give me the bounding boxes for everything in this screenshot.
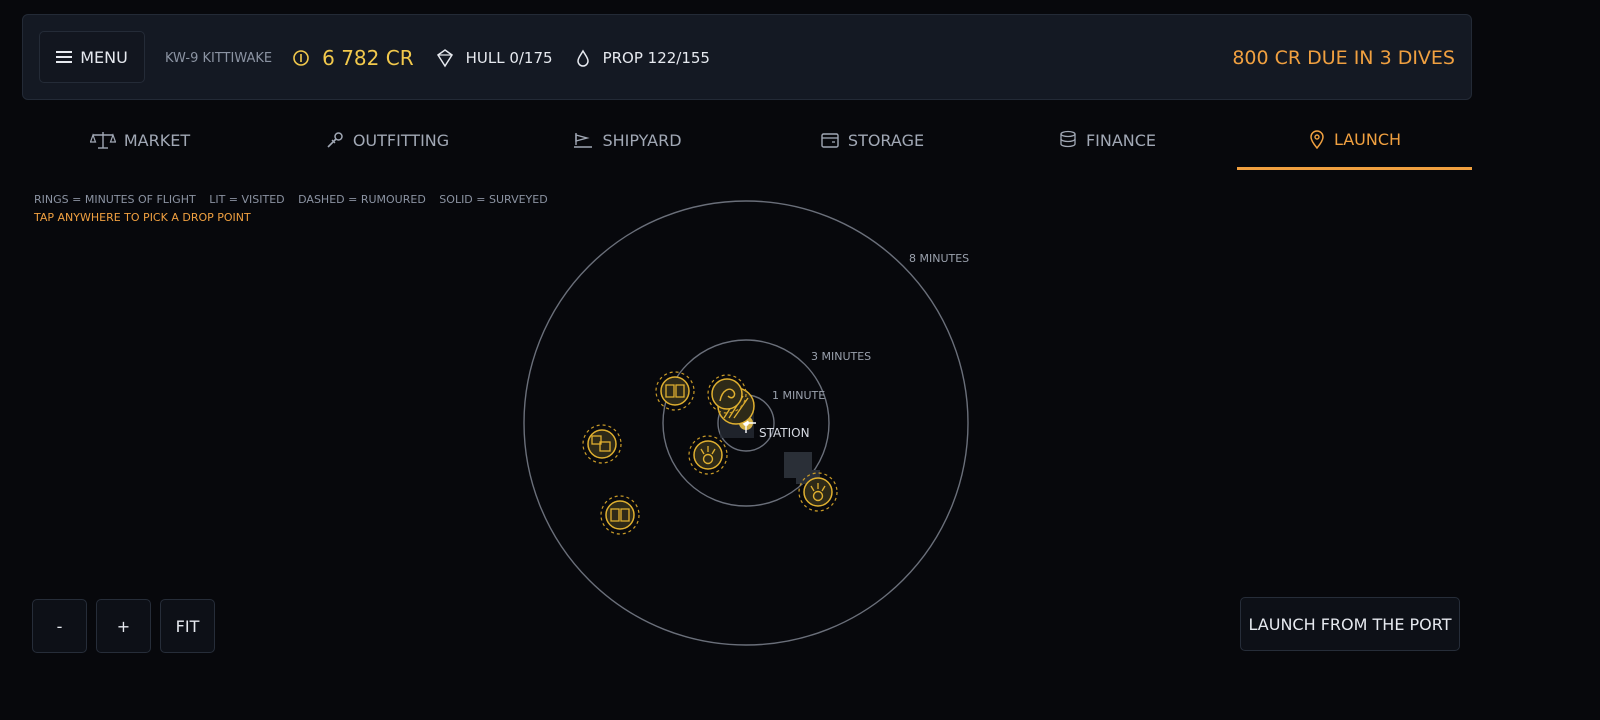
tab-label: STORAGE — [847, 130, 925, 150]
propellant-drop-icon — [576, 49, 589, 67]
storage-icon — [821, 133, 839, 148]
site-marker-crates[interactable] — [582, 424, 622, 464]
ship-name: KW-9 KITTIWAKE — [165, 50, 273, 66]
coins-icon — [1060, 130, 1076, 148]
tab-market[interactable]: MARKET — [80, 112, 200, 168]
tab-shipyard[interactable]: SHIPYARD — [562, 112, 692, 168]
site-marker-beacon[interactable] — [688, 435, 728, 475]
tab-launch[interactable]: LAUNCH — [1237, 112, 1472, 170]
site-marker-cluster[interactable] — [707, 374, 755, 425]
tab-bar: MARKET OUTFITTING SHIPYARD STORAGE FINAN… — [22, 112, 1472, 170]
zoom-in-button[interactable]: + — [96, 599, 151, 653]
top-bar: MENU KW-9 KITTIWAKE 6 782 CR HULL 0/175 … — [22, 14, 1472, 100]
tab-finance[interactable]: FINANCE — [1052, 112, 1162, 168]
site-marker-books[interactable] — [655, 371, 695, 411]
credits-value: 6 782 CR — [322, 46, 414, 70]
launch-button[interactable]: LAUNCH FROM THE PORT — [1240, 597, 1460, 651]
credits-stat: 6 782 CR — [292, 46, 414, 70]
prop-stat: PROP 122/155 — [575, 48, 710, 68]
prop-value: PROP 122/155 — [602, 49, 710, 67]
tab-label: FINANCE — [1085, 130, 1157, 150]
wrench-icon — [327, 132, 343, 148]
tab-storage[interactable]: STORAGE — [807, 112, 937, 168]
tab-label: SHIPYARD — [602, 130, 682, 150]
menu-label: MENU — [80, 47, 128, 67]
tab-label: MARKET — [123, 130, 191, 150]
hamburger-icon — [56, 51, 73, 63]
zoom-out-button[interactable]: - — [32, 599, 87, 653]
hull-shield-icon — [436, 49, 453, 68]
scales-icon — [89, 132, 116, 149]
coin-icon — [293, 50, 309, 66]
station-label: STATION — [759, 426, 810, 440]
tab-label: OUTFITTING — [352, 130, 450, 150]
ship-stats: KW-9 KITTIWAKE 6 782 CR HULL 0/175 PROP … — [165, 15, 732, 101]
ring-label-8: 8 MINUTES — [909, 252, 969, 265]
hull-stat: HULL 0/175 — [436, 48, 553, 68]
hull-value: HULL 0/175 — [465, 49, 553, 67]
menu-button[interactable]: MENU — [39, 31, 145, 83]
fit-button[interactable]: FIT — [160, 599, 215, 653]
site-marker-beacon-east[interactable] — [798, 472, 838, 512]
tab-label: LAUNCH — [1333, 130, 1402, 149]
ring-label-1: 1 MINUTE — [772, 389, 825, 402]
dive-map[interactable]: 8 MINUTES 3 MINUTES 1 MINUTE STATION — [0, 180, 1600, 660]
map-pin-icon — [1310, 129, 1324, 149]
tab-outfitting[interactable]: OUTFITTING — [312, 112, 462, 168]
ship-icon — [574, 133, 593, 148]
debt-due-notice: 800 CR DUE IN 3 DIVES — [1232, 47, 1455, 69]
ring-label-3: 3 MINUTES — [811, 350, 871, 363]
site-marker-books-south[interactable] — [600, 495, 640, 535]
